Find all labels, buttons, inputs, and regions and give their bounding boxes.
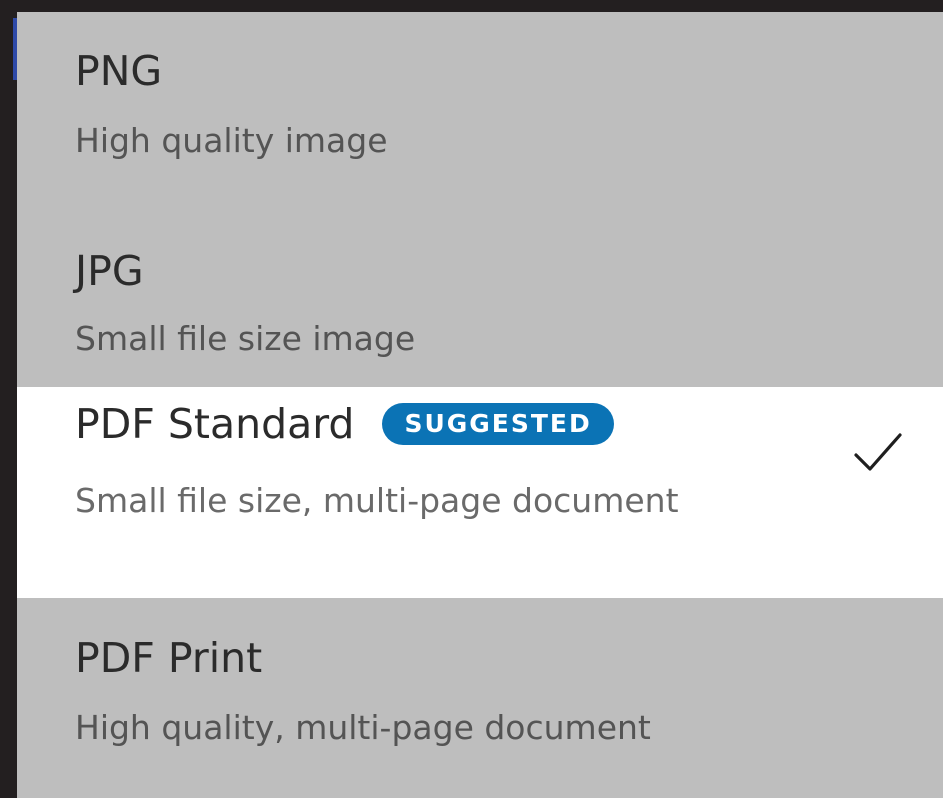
option-pdf-print[interactable]: PDF Print High quality, multi-page docum… — [17, 598, 943, 798]
option-jpg[interactable]: JPG Small file size image — [17, 196, 943, 387]
option-subtitle: Small file size image — [75, 319, 416, 358]
option-png[interactable]: PNG High quality image — [17, 12, 943, 196]
suggested-badge: SUGGESTED — [382, 403, 614, 445]
option-title: JPG — [75, 247, 144, 295]
option-subtitle: High quality image — [75, 121, 388, 160]
option-title: PDF Standard — [75, 399, 355, 448]
option-subtitle: High quality, multi-page document — [75, 708, 651, 747]
option-title: PNG — [75, 47, 163, 95]
app-frame: PNG High quality image JPG Small file si… — [0, 0, 943, 798]
file-type-menu: PNG High quality image JPG Small file si… — [17, 12, 943, 798]
option-subtitle: Small file size, multi-page document — [75, 481, 679, 520]
checkmark-icon — [854, 433, 902, 471]
option-title: PDF Print — [75, 634, 263, 682]
option-pdf-standard[interactable]: PDF Standard SUGGESTED Small file size, … — [17, 387, 943, 598]
